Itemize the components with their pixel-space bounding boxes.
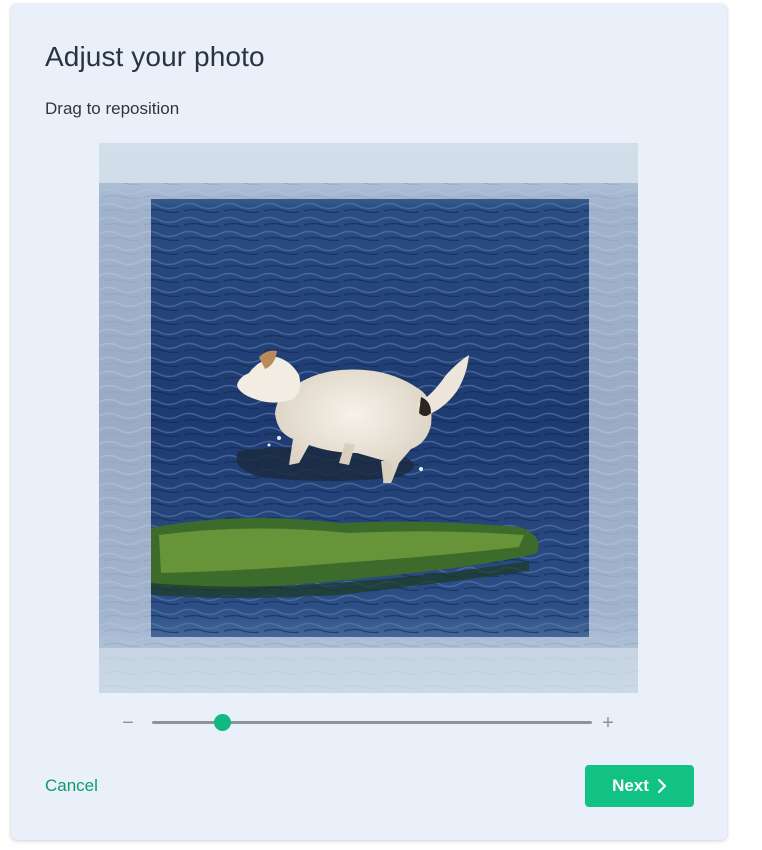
next-button-label: Next	[612, 776, 649, 795]
dialog-title: Adjust your photo	[45, 41, 265, 72]
zoom-slider[interactable]	[152, 714, 592, 731]
photo-crop-area[interactable]	[99, 143, 638, 693]
adjust-photo-dialog: Adjust your photo Drag to reposition − +…	[11, 4, 727, 840]
zoom-slider-thumb[interactable]	[214, 714, 232, 731]
drag-hint: Drag to reposition	[45, 99, 180, 118]
zoom-in-button[interactable]: +	[598, 711, 618, 735]
zoom-out-button[interactable]: −	[118, 711, 138, 735]
next-button[interactable]: Next	[585, 765, 694, 807]
cancel-button[interactable]: Cancel	[45, 776, 98, 796]
photo-image	[99, 143, 638, 693]
chevron-right-icon	[657, 778, 667, 794]
